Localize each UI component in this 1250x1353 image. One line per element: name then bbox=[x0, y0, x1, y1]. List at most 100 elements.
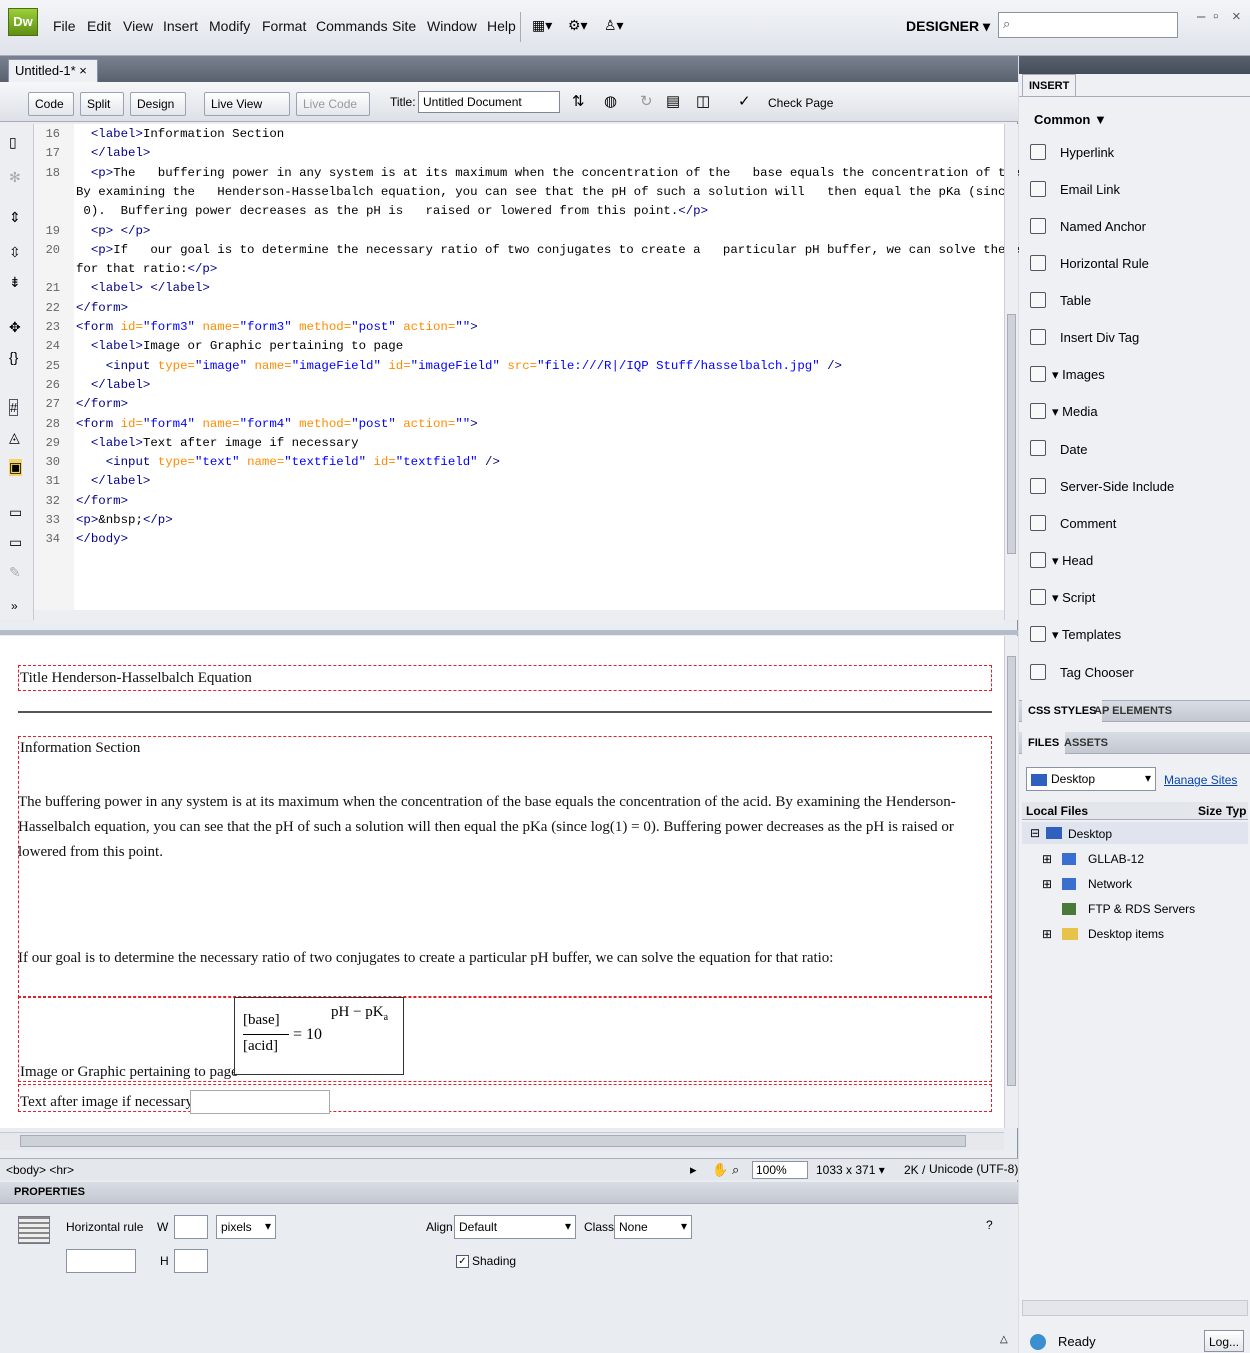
insert-templates[interactable]: ▾ Templates bbox=[1052, 627, 1121, 643]
expand-properties-icon[interactable]: △ bbox=[1000, 1334, 1008, 1345]
horizontal-rule[interactable] bbox=[18, 711, 992, 713]
syntax-error-icon[interactable]: ▣ bbox=[9, 459, 23, 476]
insert-panel-tab[interactable]: INSERT bbox=[1022, 74, 1077, 96]
design-view-button[interactable]: Design bbox=[130, 92, 186, 116]
insert-head[interactable]: ▾ Head bbox=[1052, 553, 1093, 569]
ap-elements-tab[interactable]: AP ELEMENTS bbox=[1088, 700, 1178, 722]
col-type[interactable]: Typ bbox=[1226, 804, 1246, 818]
zoom-tool-icon[interactable]: ⌕ bbox=[732, 1162, 739, 1178]
menu-file[interactable]: File bbox=[53, 18, 76, 34]
col-size[interactable]: Size bbox=[1198, 804, 1222, 818]
live-code-button[interactable]: Live Code bbox=[296, 92, 370, 116]
minimize-icon[interactable]: – bbox=[1197, 8, 1205, 25]
design-view[interactable]: Title Henderson-Hasselbalch Equation Inf… bbox=[0, 636, 1004, 1128]
tree-expand-icon[interactable]: ⊞ bbox=[1042, 927, 1052, 941]
properties-header[interactable]: PROPERTIES bbox=[0, 1182, 1018, 1204]
scroll-thumb[interactable] bbox=[1007, 314, 1016, 554]
textfield-input[interactable] bbox=[190, 1090, 330, 1114]
document-title-input[interactable]: Untitled Document bbox=[418, 91, 560, 113]
balance-braces-icon[interactable]: {} bbox=[9, 349, 18, 365]
preview-globe-icon[interactable]: ◍ bbox=[604, 92, 617, 110]
help-search-input[interactable]: ⌕ bbox=[998, 12, 1178, 38]
select-tool-icon[interactable]: ▸ bbox=[690, 1162, 697, 1178]
remove-comment-icon[interactable]: ▭ bbox=[9, 534, 22, 551]
tree-ftp-rds[interactable]: FTP & RDS Servers bbox=[1088, 902, 1195, 916]
insert-named-anchor[interactable]: Named Anchor bbox=[1060, 219, 1146, 234]
tree-gllab[interactable]: GLLAB-12 bbox=[1088, 852, 1144, 866]
collapse-selection-icon[interactable]: ⇳ bbox=[9, 244, 21, 261]
insert-comment[interactable]: Comment bbox=[1060, 516, 1116, 531]
align-select[interactable]: Default ▾ bbox=[454, 1215, 576, 1239]
insert-horizontal-rule[interactable]: Horizontal Rule bbox=[1060, 256, 1149, 271]
restore-icon[interactable]: ▫ bbox=[1213, 8, 1218, 25]
highlight-invalid-icon[interactable]: ◬ bbox=[9, 429, 20, 446]
menu-format[interactable]: Format bbox=[262, 18, 306, 34]
tree-network[interactable]: Network bbox=[1088, 877, 1132, 891]
files-horizontal-scrollbar[interactable] bbox=[1022, 1300, 1248, 1316]
menu-site[interactable]: Site bbox=[392, 18, 416, 34]
insert-images[interactable]: ▾ Images bbox=[1052, 367, 1105, 383]
check-page-button[interactable]: Check Page bbox=[762, 92, 852, 116]
insert-tag-chooser[interactable]: Tag Chooser bbox=[1060, 665, 1134, 680]
site-select[interactable]: Desktop ▾ bbox=[1026, 767, 1156, 791]
design-horizontal-scrollbar[interactable] bbox=[0, 1132, 1004, 1150]
refresh-icon[interactable]: ↻ bbox=[640, 92, 653, 110]
log-button[interactable]: Log... bbox=[1204, 1330, 1244, 1352]
file-management-icon[interactable]: ⇅ bbox=[572, 92, 585, 110]
tree-expand-icon[interactable]: ⊞ bbox=[1042, 852, 1052, 866]
class-select[interactable]: None ▾ bbox=[614, 1215, 692, 1239]
zoom-select[interactable]: 100% bbox=[752, 1161, 808, 1179]
tree-desktop-items[interactable]: Desktop items bbox=[1088, 927, 1164, 941]
menu-commands[interactable]: Commands bbox=[316, 18, 388, 34]
menu-view[interactable]: View bbox=[123, 18, 153, 34]
insert-hyperlink[interactable]: Hyperlink bbox=[1060, 145, 1114, 160]
height-input[interactable] bbox=[174, 1249, 208, 1273]
insert-media[interactable]: ▾ Media bbox=[1052, 404, 1098, 420]
collapse-tag-icon[interactable]: ⇕ bbox=[9, 209, 21, 226]
more-icon[interactable]: » bbox=[11, 599, 18, 613]
insert-div-tag[interactable]: Insert Div Tag bbox=[1060, 330, 1139, 345]
tree-expand-icon[interactable]: ⊞ bbox=[1042, 877, 1052, 891]
close-icon[interactable]: × bbox=[1232, 8, 1241, 25]
tree-desktop[interactable]: Desktop bbox=[1068, 827, 1112, 841]
extend-gear-icon[interactable]: ⚙▾ bbox=[568, 17, 588, 34]
code-horizontal-scrollbar[interactable] bbox=[34, 610, 1004, 624]
tag-selector[interactable]: <body> <hr> bbox=[6, 1163, 74, 1177]
col-local-files[interactable]: Local Files bbox=[1026, 804, 1088, 818]
select-parent-tag-icon[interactable]: ✥ bbox=[9, 319, 21, 336]
id-input[interactable] bbox=[66, 1249, 136, 1273]
help-icon[interactable]: ? bbox=[986, 1218, 993, 1232]
open-documents-icon[interactable]: ▯ bbox=[9, 134, 17, 151]
units-select[interactable]: pixels ▾ bbox=[216, 1215, 276, 1239]
insert-email-link[interactable]: Email Link bbox=[1060, 182, 1120, 197]
width-input[interactable] bbox=[174, 1215, 208, 1239]
shading-checkbox[interactable]: ✓ bbox=[456, 1255, 469, 1268]
hand-tool-icon[interactable]: ✋ bbox=[712, 1162, 728, 1178]
validate-icon[interactable]: ✓ bbox=[738, 92, 751, 110]
design-vertical-scrollbar[interactable] bbox=[1004, 636, 1018, 1128]
insert-category-select[interactable]: Common ▼ bbox=[1034, 112, 1107, 127]
manage-sites-link[interactable]: Manage Sites bbox=[1164, 773, 1237, 787]
menu-modify[interactable]: Modify bbox=[209, 18, 250, 34]
insert-table[interactable]: Table bbox=[1060, 293, 1091, 308]
assets-tab[interactable]: ASSETS bbox=[1058, 732, 1114, 754]
wrap-tag-icon[interactable]: ✎ bbox=[9, 564, 21, 581]
show-code-navigator-icon[interactable]: ✻ bbox=[9, 169, 21, 186]
window-size[interactable]: 1033 x 371 ▾ bbox=[816, 1163, 885, 1177]
menu-edit[interactable]: Edit bbox=[87, 18, 111, 34]
insert-ssi[interactable]: Server-Side Include bbox=[1060, 479, 1174, 494]
tree-collapse-icon[interactable]: ⊟ bbox=[1030, 826, 1040, 840]
document-tab[interactable]: Untitled-1* × bbox=[8, 59, 98, 82]
insert-date[interactable]: Date bbox=[1060, 442, 1087, 457]
menu-help[interactable]: Help bbox=[487, 18, 516, 34]
split-view-button[interactable]: Split bbox=[80, 92, 124, 116]
layout-icon[interactable]: ▦▾ bbox=[532, 17, 552, 34]
menu-insert[interactable]: Insert bbox=[163, 18, 198, 34]
visual-aids-icon[interactable]: ◫ bbox=[696, 92, 710, 110]
code-view-button[interactable]: Code bbox=[28, 92, 74, 116]
apply-comment-icon[interactable]: ▭ bbox=[9, 504, 22, 521]
scroll-thumb[interactable] bbox=[20, 1135, 966, 1147]
expand-all-icon[interactable]: ⇟ bbox=[9, 274, 21, 291]
view-options-icon[interactable]: ▤ bbox=[666, 92, 680, 110]
workspace-switcher[interactable]: DESIGNER ▾ bbox=[906, 18, 990, 35]
